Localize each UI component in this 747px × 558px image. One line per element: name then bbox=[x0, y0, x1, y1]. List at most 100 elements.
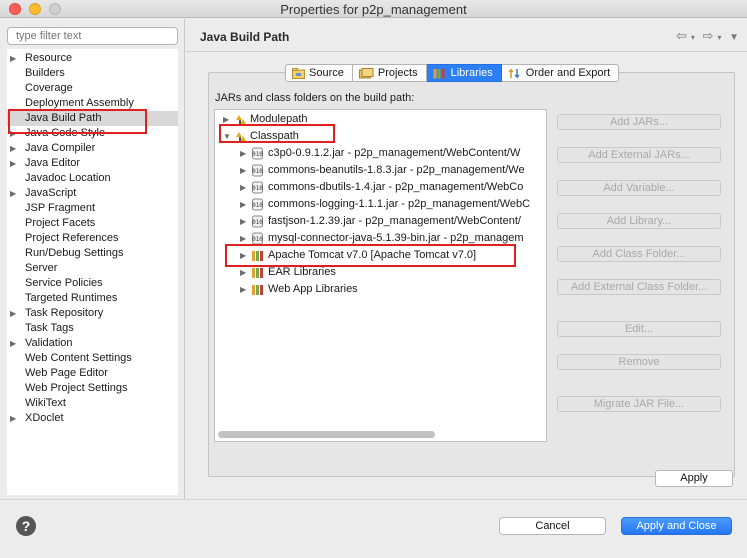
forward-arrow-icon[interactable]: ⇨ bbox=[703, 28, 714, 44]
source-folder-icon bbox=[292, 67, 305, 79]
window-titlebar: Properties for p2p_management bbox=[0, 0, 747, 18]
jar-file-icon: 010 bbox=[252, 198, 263, 211]
expand-arrow-icon[interactable]: ▶ bbox=[10, 336, 18, 351]
sidebar-item-deployment-assembly[interactable]: Deployment Assembly bbox=[7, 96, 178, 111]
sidebar-item-java-code-style[interactable]: ▶ Java Code Style bbox=[7, 126, 178, 141]
svg-text:010: 010 bbox=[252, 185, 263, 192]
collapsed-arrow-icon[interactable]: ▶ bbox=[240, 179, 250, 196]
sidebar-item-java-compiler[interactable]: ▶ Java Compiler bbox=[7, 141, 178, 156]
dialog-footer: ? Cancel Apply and Close bbox=[0, 499, 747, 558]
collapsed-arrow-icon[interactable]: ▶ bbox=[240, 213, 250, 230]
collapsed-arrow-icon[interactable]: ▶ bbox=[240, 247, 250, 264]
collapsed-arrow-icon[interactable]: ▶ bbox=[240, 264, 250, 281]
jar-file-icon: 010 bbox=[252, 215, 263, 228]
view-menu-icon[interactable]: ▼ bbox=[729, 32, 739, 43]
horizontal-scrollbar[interactable] bbox=[218, 431, 435, 438]
sidebar-item-javascript[interactable]: ▶ JavaScript bbox=[7, 186, 178, 201]
svg-text:010: 010 bbox=[252, 236, 263, 243]
apply-and-close-button[interactable]: Apply and Close bbox=[621, 517, 732, 535]
edit-button[interactable]: Edit... bbox=[557, 321, 721, 337]
library-icon bbox=[252, 285, 263, 295]
library-icon bbox=[252, 251, 263, 261]
expand-arrow-icon[interactable]: ▶ bbox=[10, 141, 18, 156]
history-navigation: ⇦ ▾ ⇨ ▾ ▼ bbox=[672, 28, 739, 44]
sidebar-item-resource[interactable]: ▶ Resource bbox=[7, 51, 178, 66]
sidebar-item-jsp-fragment[interactable]: JSP Fragment bbox=[7, 201, 178, 216]
sidebar-item-java-editor[interactable]: ▶ Java Editor bbox=[7, 156, 178, 171]
property-pages-tree: ▶ Resource Builders Coverage Deployment A… bbox=[7, 49, 178, 495]
jar-file-icon: 010 bbox=[252, 232, 263, 245]
jar-file-icon: 010 bbox=[252, 164, 263, 177]
library-icon bbox=[252, 268, 263, 278]
expand-arrow-icon[interactable]: ▶ bbox=[10, 51, 18, 66]
sidebar-item-run-debug-settings[interactable]: Run/Debug Settings bbox=[7, 246, 178, 261]
expanded-arrow-icon[interactable]: ▼ bbox=[223, 128, 233, 145]
sidebar-item-web-content-settings[interactable]: Web Content Settings bbox=[7, 351, 178, 366]
build-path-container-icon bbox=[236, 115, 246, 125]
sidebar-item-targeted-runtimes[interactable]: Targeted Runtimes bbox=[7, 291, 178, 306]
projects-icon bbox=[358, 67, 374, 78]
sidebar-item-javadoc-location[interactable]: Javadoc Location bbox=[7, 171, 178, 186]
sidebar-item-builders[interactable]: Builders bbox=[7, 66, 178, 81]
build-path-tabs: Source Projects Libraries Order and Expo… bbox=[285, 64, 620, 82]
add-jars-button[interactable]: Add JARs... bbox=[557, 114, 721, 130]
properties-sidebar: ▶Resource Builders Coverage Deployment A… bbox=[0, 19, 185, 499]
add-library-button[interactable]: Add Library... bbox=[557, 213, 721, 229]
migrate-jar-file-button[interactable]: Migrate JAR File... bbox=[557, 396, 721, 412]
collapsed-arrow-icon[interactable]: ▶ bbox=[240, 196, 250, 213]
expand-arrow-icon[interactable]: ▶ bbox=[10, 306, 18, 321]
chevron-down-icon[interactable]: ▾ bbox=[691, 33, 695, 42]
apply-button[interactable]: Apply bbox=[655, 470, 733, 487]
build-path-container-icon bbox=[236, 132, 246, 142]
collapsed-arrow-icon[interactable]: ▶ bbox=[240, 281, 250, 298]
libraries-icon bbox=[433, 68, 445, 78]
expand-arrow-icon[interactable]: ▶ bbox=[10, 156, 18, 171]
expand-arrow-icon[interactable]: ▶ bbox=[10, 126, 18, 141]
svg-text:010: 010 bbox=[252, 202, 263, 209]
sidebar-item-coverage[interactable]: Coverage bbox=[7, 81, 178, 96]
back-arrow-icon[interactable]: ⇦ bbox=[676, 28, 687, 44]
build-path-label: JARs and class folders on the build path… bbox=[215, 92, 415, 104]
expand-arrow-icon[interactable]: ▶ bbox=[10, 411, 18, 426]
collapsed-arrow-icon[interactable]: ▶ bbox=[223, 111, 233, 128]
page-title: Java Build Path bbox=[200, 30, 290, 44]
add-variable-button[interactable]: Add Variable... bbox=[557, 180, 721, 196]
sidebar-item-project-facets[interactable]: Project Facets bbox=[7, 216, 178, 231]
jar-file-icon: 010 bbox=[252, 181, 263, 194]
jar-file-icon: 010 bbox=[252, 147, 263, 160]
remove-button[interactable]: Remove bbox=[557, 354, 721, 370]
sidebar-item-project-references[interactable]: Project References bbox=[7, 231, 178, 246]
collapsed-arrow-icon[interactable]: ▶ bbox=[240, 145, 250, 162]
order-export-icon bbox=[508, 67, 520, 79]
expand-arrow-icon[interactable]: ▶ bbox=[10, 186, 18, 201]
tab-libraries[interactable]: Libraries bbox=[426, 64, 502, 82]
svg-text:010: 010 bbox=[252, 151, 263, 158]
properties-content: Java Build Path ⇦ ▾ ⇨ ▾ ▼ Source Projects … bbox=[186, 19, 747, 499]
add-class-folder-button[interactable]: Add Class Folder... bbox=[557, 246, 721, 262]
svg-text:010: 010 bbox=[252, 168, 263, 175]
sidebar-item-task-repository[interactable]: ▶ Task Repository bbox=[7, 306, 178, 321]
tab-projects[interactable]: Projects bbox=[352, 64, 427, 82]
sidebar-item-wikitext[interactable]: WikiText bbox=[7, 396, 178, 411]
collapsed-arrow-icon[interactable]: ▶ bbox=[240, 230, 250, 247]
add-external-class-folder-button[interactable]: Add External Class Folder... bbox=[557, 279, 721, 295]
sidebar-item-validation[interactable]: ▶ Validation bbox=[7, 336, 178, 351]
tab-order-and-export[interactable]: Order and Export bbox=[501, 64, 620, 82]
sidebar-item-service-policies[interactable]: Service Policies bbox=[7, 276, 178, 291]
window-title: Properties for p2p_management bbox=[280, 2, 467, 17]
tab-source[interactable]: Source bbox=[285, 64, 353, 82]
sidebar-item-web-page-editor[interactable]: Web Page Editor bbox=[7, 366, 178, 381]
sidebar-item-task-tags[interactable]: Task Tags bbox=[7, 321, 178, 336]
title-divider bbox=[186, 51, 747, 52]
help-icon[interactable]: ? bbox=[16, 516, 36, 536]
add-external-jars-button[interactable]: Add External JARs... bbox=[557, 147, 721, 163]
cancel-button[interactable]: Cancel bbox=[499, 517, 606, 535]
collapsed-arrow-icon[interactable]: ▶ bbox=[240, 162, 250, 179]
filter-input[interactable] bbox=[7, 27, 178, 45]
sidebar-item-xdoclet[interactable]: ▶ XDoclet bbox=[7, 411, 178, 426]
sidebar-item-java-build-path[interactable]: Java Build Path bbox=[7, 111, 178, 126]
chevron-down-icon[interactable]: ▾ bbox=[717, 33, 721, 42]
sidebar-item-web-project-settings[interactable]: Web Project Settings bbox=[7, 381, 178, 396]
sidebar-item-server[interactable]: Server bbox=[7, 261, 178, 276]
libraries-tree[interactable]: ▶ Modulepath ▼ Classpath ▶ 010 c3p0-0.9.… bbox=[214, 109, 547, 442]
